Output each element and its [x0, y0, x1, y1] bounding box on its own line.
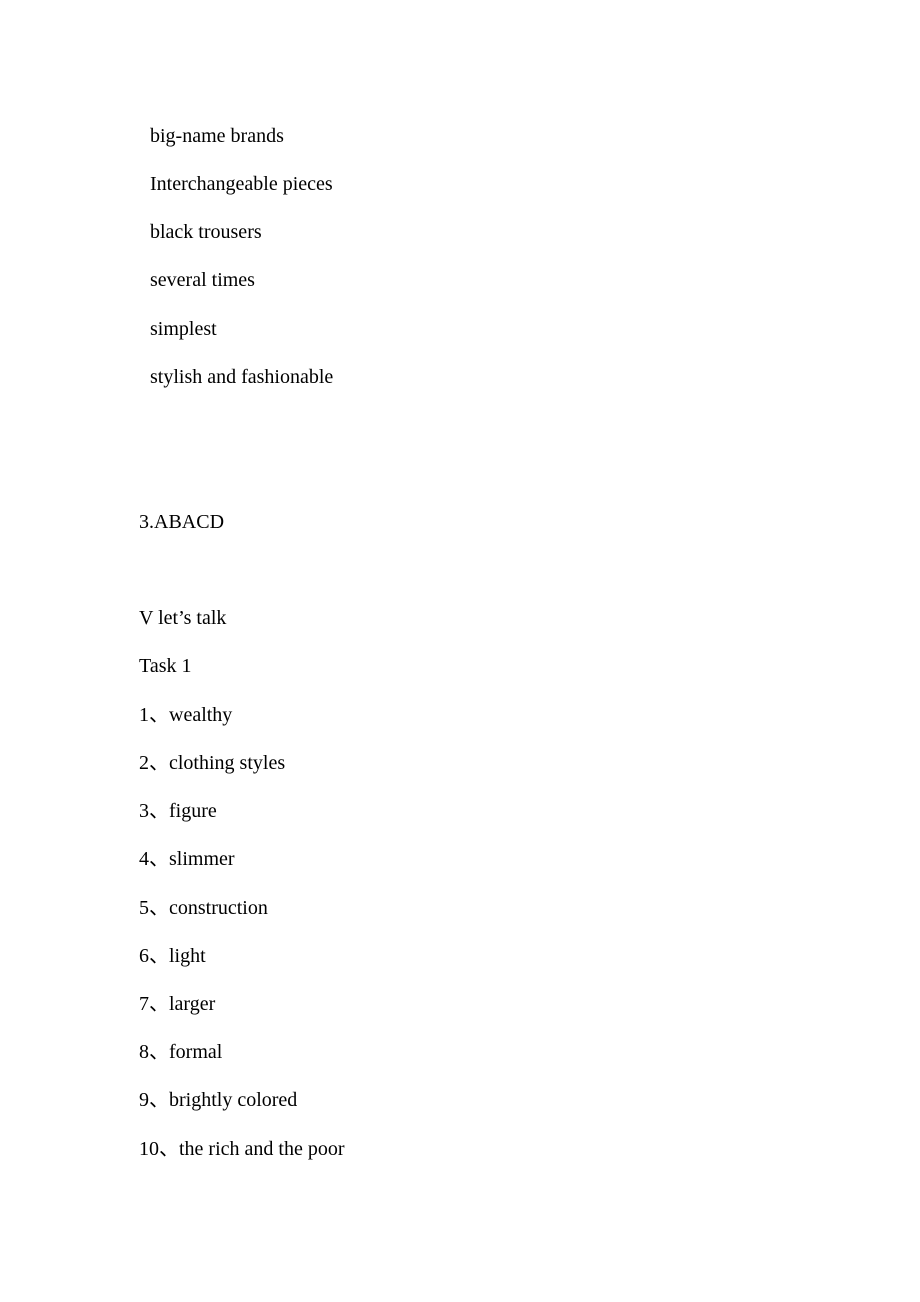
list-item: several times: [150, 269, 255, 291]
list-item: 3、figure: [139, 800, 217, 822]
list-item: 2、clothing styles: [139, 752, 286, 774]
list-item: Interchangeable pieces: [150, 173, 333, 195]
list-item: 5、construction: [139, 897, 268, 919]
list-item: 10、the rich and the poor: [139, 1138, 345, 1160]
list-item: 7、larger: [139, 993, 216, 1015]
task-label: Task 1: [139, 655, 192, 677]
list-item: black trousers: [150, 221, 262, 243]
list-item: 1、wealthy: [139, 704, 233, 726]
list-item: simplest: [150, 318, 217, 340]
list-item: 6、light: [139, 945, 206, 967]
list-item: 4、slimmer: [139, 848, 235, 870]
list-item: stylish and fashionable: [150, 366, 334, 388]
answer-3: 3.ABACD: [139, 511, 225, 533]
list-item: big-name brands: [150, 125, 284, 147]
list-item: 8、formal: [139, 1041, 223, 1063]
section-heading: V let’s talk: [139, 607, 227, 629]
list-item: 9、brightly colored: [139, 1089, 298, 1111]
